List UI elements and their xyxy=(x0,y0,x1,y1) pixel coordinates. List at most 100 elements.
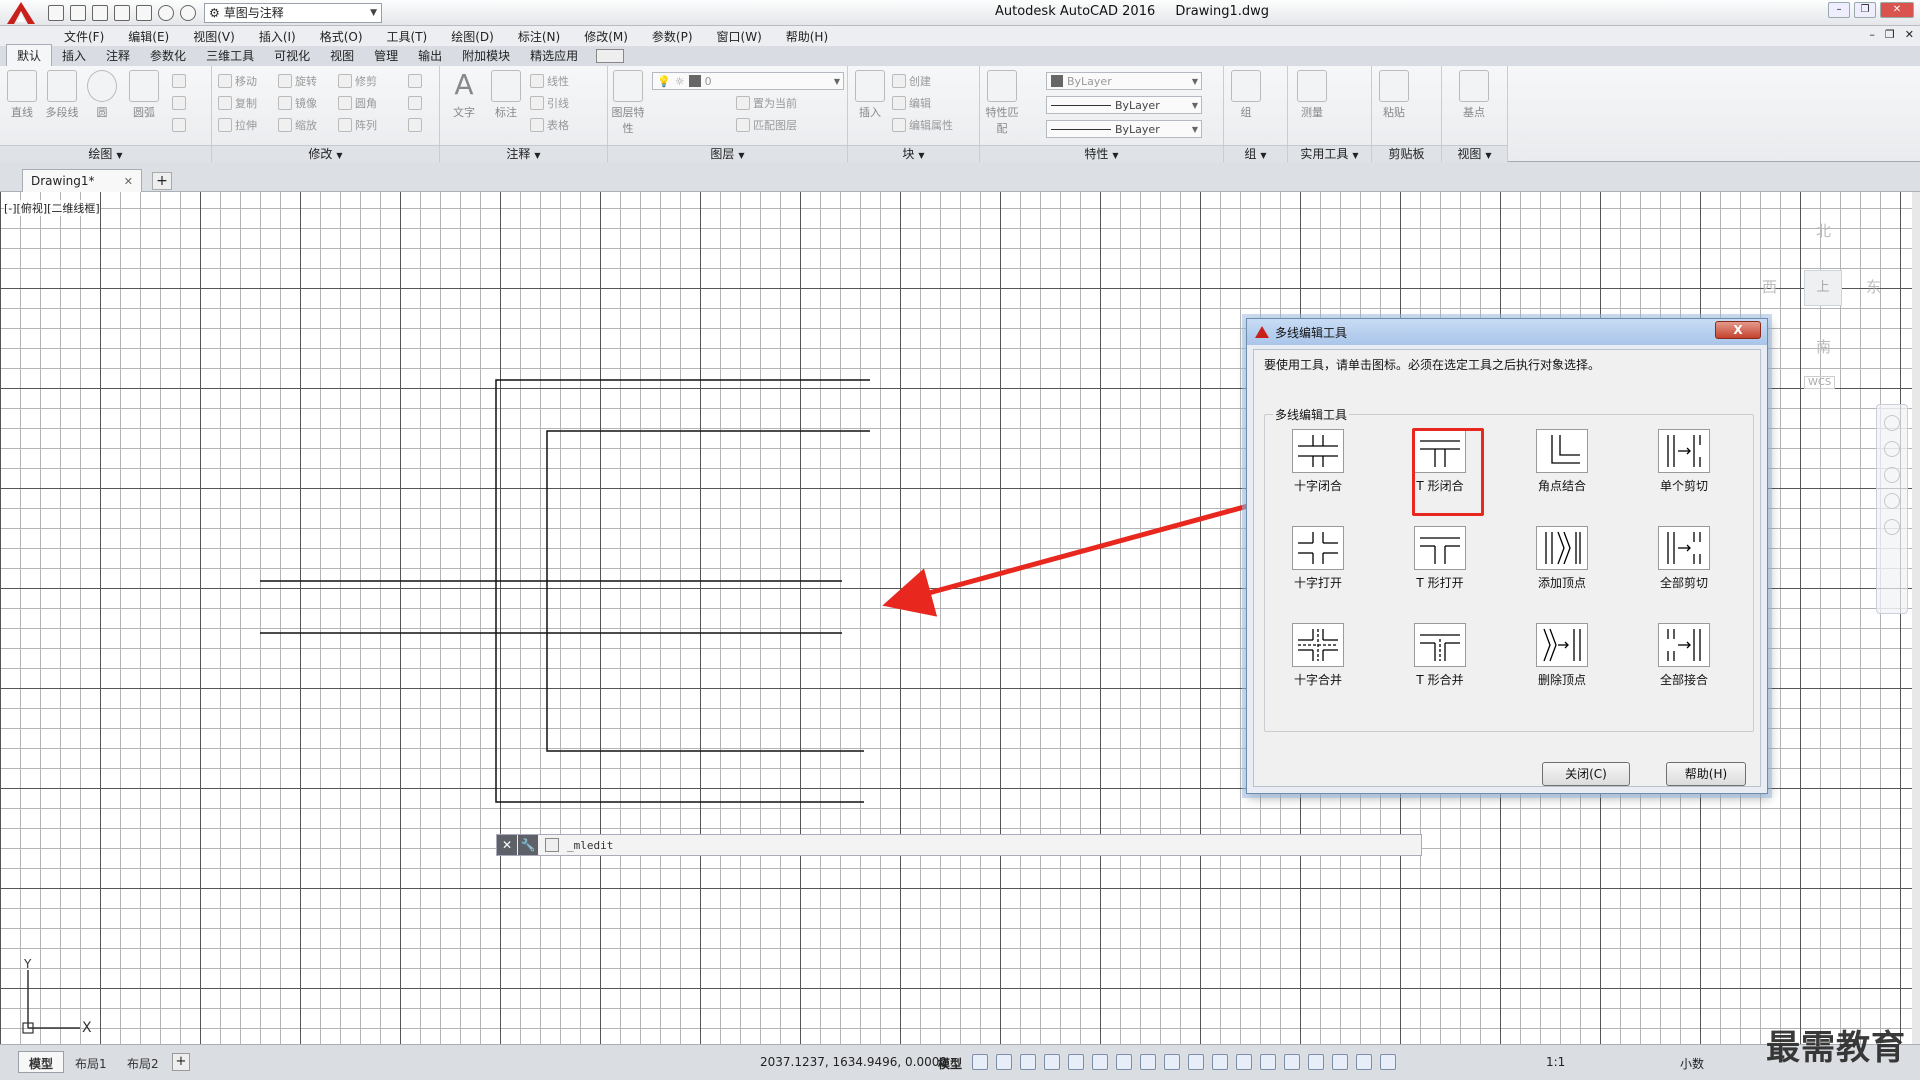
selection-filter-icon[interactable] xyxy=(1308,1054,1324,1070)
offset-tool[interactable] xyxy=(408,116,422,134)
menu-file[interactable]: 文件(F) xyxy=(52,28,116,45)
groups-panel-title[interactable]: 组 ▼ xyxy=(1224,145,1287,162)
document-tab-drawing1[interactable]: Drawing1* ✕ xyxy=(22,169,142,192)
doc-restore-icon[interactable]: ❐ xyxy=(1885,28,1895,41)
showmotion-icon[interactable] xyxy=(1884,519,1900,535)
linear-dim-tool[interactable]: 线性 xyxy=(530,72,569,90)
polar-tracking-icon[interactable] xyxy=(1092,1054,1108,1070)
vertical-scrollbar[interactable] xyxy=(1912,192,1920,1044)
object-snap-icon[interactable] xyxy=(1164,1054,1180,1070)
paste-tool[interactable]: 粘贴 xyxy=(1374,70,1414,120)
explode-tool[interactable] xyxy=(408,94,422,112)
menu-modify[interactable]: 修改(M) xyxy=(572,28,640,45)
edit-attributes-tool[interactable]: 编辑属性 xyxy=(892,116,953,134)
annotation-scale[interactable]: 1:1 xyxy=(1546,1055,1565,1069)
doc-minimize-icon[interactable]: – xyxy=(1869,28,1875,41)
tool-open-cross[interactable]: 十字打开 xyxy=(1283,526,1353,591)
viewcube-south[interactable]: 南 xyxy=(1816,336,1831,357)
viewcube[interactable]: 北 西 东 南 上 WCS xyxy=(1758,210,1881,389)
set-current-layer-tool[interactable]: 置为当前 xyxy=(736,94,797,112)
command-prompt-icon[interactable] xyxy=(545,838,559,852)
properties-panel-title[interactable]: 特性 ▼ xyxy=(980,145,1223,162)
mirror-tool[interactable]: 镜像 xyxy=(278,94,317,112)
menu-dimension[interactable]: 标注(N) xyxy=(506,28,572,45)
menu-view[interactable]: 视图(V) xyxy=(181,28,247,45)
scale-tool[interactable]: 缩放 xyxy=(278,116,317,134)
viewcube-top-face[interactable]: 上 xyxy=(1804,270,1842,306)
layer-dropdown[interactable]: 💡 ☼ 0 ▼ xyxy=(652,72,844,90)
menu-edit[interactable]: 编辑(E) xyxy=(116,28,181,45)
layers-panel-title[interactable]: 图层 ▼ xyxy=(608,145,847,162)
dialog-title-bar[interactable]: 多线编辑工具 xyxy=(1247,319,1767,345)
print-icon[interactable] xyxy=(136,4,152,21)
tab-model[interactable]: 模型 xyxy=(18,1051,65,1073)
tab-annotate[interactable]: 注释 xyxy=(96,45,140,66)
close-window-button[interactable]: ✕ xyxy=(1880,2,1914,18)
tab-manage[interactable]: 管理 xyxy=(364,45,408,66)
menu-draw[interactable]: 绘图(D) xyxy=(439,28,506,45)
annotation-visibility-icon[interactable] xyxy=(1356,1054,1372,1070)
new-layout-button[interactable]: + xyxy=(172,1053,190,1071)
steering-wheel-icon[interactable] xyxy=(1884,415,1900,431)
insert-block-tool[interactable]: 插入 xyxy=(850,70,890,120)
tool-closed-cross[interactable]: 十字闭合 xyxy=(1283,429,1353,494)
layer-properties-tool[interactable]: 图层特性 xyxy=(608,70,648,136)
utilities-panel-title[interactable]: 实用工具 ▼ xyxy=(1288,145,1371,162)
selection-cycling-icon[interactable] xyxy=(1236,1054,1252,1070)
line-tool[interactable]: 直线 xyxy=(2,70,42,120)
maximize-button[interactable]: ❐ xyxy=(1854,2,1876,18)
pan-icon[interactable] xyxy=(1884,441,1900,457)
draw-panel-title[interactable]: 绘图 ▼ xyxy=(0,145,211,162)
lineweight-dropdown[interactable]: ByLayer ▼ xyxy=(1046,120,1202,138)
erase-tool[interactable] xyxy=(408,72,422,90)
menu-help[interactable]: 帮助(H) xyxy=(774,28,840,45)
new-file-icon[interactable] xyxy=(48,4,64,21)
tab-featured-apps[interactable]: 精选应用 xyxy=(520,45,588,66)
tab-output[interactable]: 输出 xyxy=(408,45,452,66)
menu-format[interactable]: 格式(O) xyxy=(308,28,375,45)
tab-view[interactable]: 视图 xyxy=(320,45,364,66)
tool-cut-all[interactable]: 全部剪切 xyxy=(1649,526,1719,591)
rotate-tool[interactable]: 旋转 xyxy=(278,72,317,90)
create-block-tool[interactable]: 创建 xyxy=(892,72,931,90)
fillet-tool[interactable]: 圆角 xyxy=(338,94,377,112)
ortho-icon[interactable] xyxy=(1068,1054,1084,1070)
tab-insert[interactable]: 插入 xyxy=(52,45,96,66)
model-space-button[interactable]: 模型 xyxy=(938,1055,962,1072)
viewcube-west[interactable]: 西 xyxy=(1762,276,1777,297)
wrench-icon[interactable]: 🔧 xyxy=(518,835,538,855)
measure-tool[interactable]: 测量 xyxy=(1292,70,1332,120)
dynamic-input-icon[interactable] xyxy=(1044,1054,1060,1070)
infer-constraints-icon[interactable] xyxy=(1020,1054,1036,1070)
tool-closed-tee[interactable]: T 形闭合 xyxy=(1405,429,1475,494)
command-line[interactable]: ✕ 🔧 _mledit xyxy=(496,834,1422,856)
viewcube-east[interactable]: 东 xyxy=(1866,276,1881,297)
snap-icon[interactable] xyxy=(996,1054,1012,1070)
annotation-panel-title[interactable]: 注释 ▼ xyxy=(440,145,607,162)
object-snap-tracking-icon[interactable] xyxy=(1140,1054,1156,1070)
open-file-icon[interactable] xyxy=(70,4,86,21)
view-panel-title[interactable]: 视图 ▼ xyxy=(1442,145,1507,162)
minimize-button[interactable]: – xyxy=(1828,2,1850,18)
transparency-icon[interactable] xyxy=(1212,1054,1228,1070)
ribbon-minimize-button[interactable] xyxy=(596,49,625,63)
tool-corner-joint[interactable]: 角点结合 xyxy=(1527,429,1597,494)
hatch-tool[interactable] xyxy=(172,94,186,112)
clipboard-panel-title[interactable]: 剪贴板 xyxy=(1372,145,1441,162)
text-tool[interactable]: A 文字 xyxy=(444,70,484,120)
group-tool[interactable]: 组 xyxy=(1226,70,1266,120)
move-tool[interactable]: 移动 xyxy=(218,72,257,90)
table-tool[interactable]: 表格 xyxy=(530,116,569,134)
isometric-icon[interactable] xyxy=(1116,1054,1132,1070)
trim-tool[interactable]: 修剪 xyxy=(338,72,377,90)
menu-window[interactable]: 窗口(W) xyxy=(705,28,774,45)
boundary-tool[interactable] xyxy=(172,116,186,134)
orbit-icon[interactable] xyxy=(1884,493,1900,509)
3d-osnap-icon[interactable] xyxy=(1260,1054,1276,1070)
dynamic-ucs-icon[interactable] xyxy=(1284,1054,1300,1070)
save-as-icon[interactable] xyxy=(114,4,130,21)
close-icon[interactable]: ✕ xyxy=(124,175,133,188)
menu-parametric[interactable]: 参数(P) xyxy=(640,28,705,45)
arc-tool[interactable]: 圆弧 xyxy=(124,70,164,120)
viewcube-north[interactable]: 北 xyxy=(1816,220,1831,241)
